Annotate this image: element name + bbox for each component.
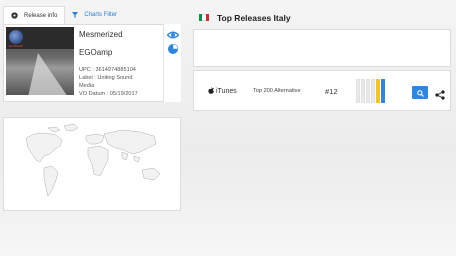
search-icon bbox=[416, 84, 424, 102]
release-upc: UPC : 3614974885104 bbox=[79, 67, 136, 73]
chart-name: Top 200 Alternative bbox=[253, 88, 301, 94]
world-map bbox=[25, 123, 161, 197]
tab-charts-filter[interactable]: Charts Filter bbox=[65, 6, 124, 24]
cover-logo-text: EGOAMP bbox=[9, 44, 24, 48]
filter-icon bbox=[72, 12, 79, 18]
history-bar-latest bbox=[381, 79, 385, 103]
summary-panel bbox=[193, 29, 451, 67]
chart-entry-row: iTunes Top 200 Alternative #12 bbox=[193, 70, 451, 111]
store-logo: iTunes bbox=[208, 87, 237, 96]
history-bar bbox=[366, 79, 370, 103]
eye-icon[interactable] bbox=[166, 28, 180, 40]
tab-label: Charts Filter bbox=[84, 12, 118, 18]
share-icon[interactable] bbox=[435, 87, 445, 100]
release-title: Mesmerized bbox=[79, 30, 123, 39]
history-bar-current bbox=[376, 79, 380, 103]
release-artist: EGOamp bbox=[79, 48, 113, 57]
tab-bar: Release info Charts Filter bbox=[3, 6, 124, 24]
search-button[interactable] bbox=[412, 86, 428, 99]
history-bar bbox=[371, 79, 375, 103]
tab-release-info[interactable]: Release info bbox=[3, 6, 66, 24]
position-history-bars bbox=[356, 79, 390, 103]
store-name: iTunes bbox=[216, 88, 237, 95]
release-vo-datum: VO Datum : 05/19/2017 bbox=[79, 91, 138, 97]
disc-icon bbox=[11, 12, 18, 19]
chart-position: #12 bbox=[325, 87, 338, 96]
italy-flag-icon bbox=[199, 14, 209, 21]
release-label-continued: Media bbox=[79, 83, 95, 89]
history-bar bbox=[356, 79, 360, 103]
album-cover: EGOAMP bbox=[6, 27, 74, 95]
pie-chart-icon[interactable] bbox=[167, 42, 179, 54]
flag-red-stripe bbox=[205, 14, 209, 21]
page-title: Top Releases Italy bbox=[217, 13, 291, 23]
planet-graphic bbox=[9, 30, 23, 44]
release-label: Label : Uniting Sound bbox=[79, 75, 133, 81]
side-icon-bar bbox=[163, 24, 181, 102]
apple-icon bbox=[208, 87, 214, 96]
world-map-card bbox=[3, 117, 181, 211]
tab-label: Release info bbox=[24, 12, 58, 19]
history-bar bbox=[361, 79, 365, 103]
